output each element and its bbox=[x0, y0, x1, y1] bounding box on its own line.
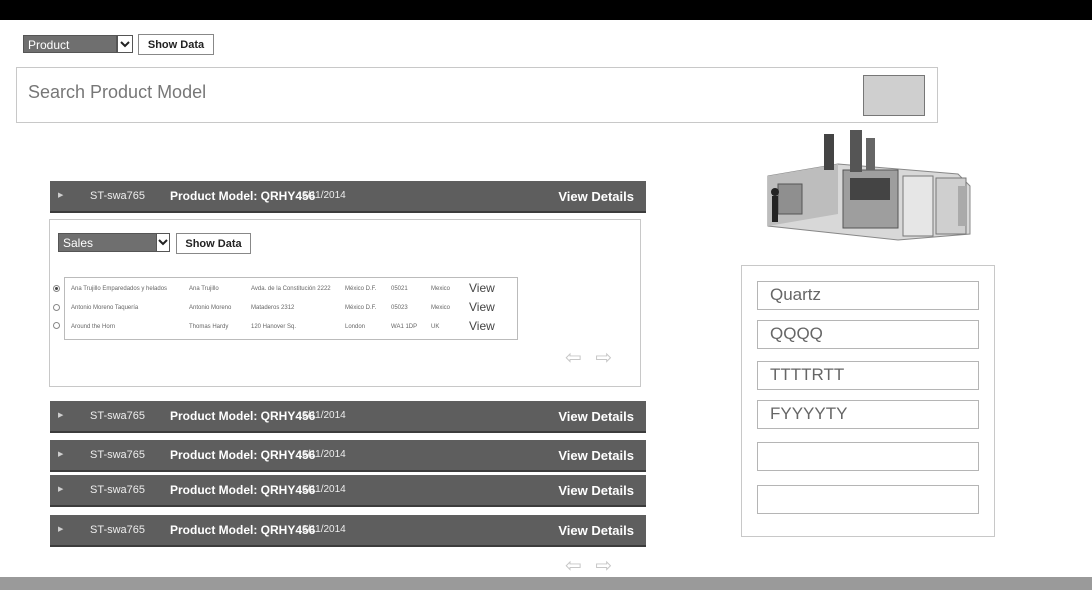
show-data-button[interactable]: Show Data bbox=[138, 34, 214, 55]
city-cell: México D.F. bbox=[345, 305, 377, 311]
chevron-down-icon[interactable] bbox=[117, 35, 133, 53]
product-model: Product Model: QRHY456 bbox=[170, 189, 316, 203]
postal-cell: 05021 bbox=[391, 286, 408, 292]
product-dropdown-value: Product bbox=[28, 38, 70, 52]
product-date: 6/11/2014 bbox=[302, 190, 346, 201]
table-row[interactable]: Ana Trujillo Emparedados y helados Ana T… bbox=[65, 280, 517, 300]
address-cell: Mataderos 2312 bbox=[251, 305, 295, 311]
side-text-field[interactable] bbox=[757, 485, 979, 514]
chevron-down-icon[interactable] bbox=[156, 233, 170, 252]
expand-arrow-icon[interactable]: ▶ bbox=[58, 191, 63, 199]
address-cell: Avda. de la Constitución 2222 bbox=[251, 286, 331, 292]
country-cell: Mexico bbox=[431, 286, 451, 292]
product-model: Product Model: QRHY456 bbox=[170, 483, 316, 497]
contact-cell: Antonio Moreno bbox=[189, 305, 232, 311]
view-details-link[interactable]: View Details bbox=[558, 483, 634, 498]
company-cell: Around the Horn bbox=[71, 324, 116, 330]
view-details-link[interactable]: View Details bbox=[558, 523, 634, 538]
row-radio[interactable] bbox=[53, 304, 60, 311]
product-code: ST-swa765 bbox=[90, 484, 146, 496]
view-details-link[interactable]: View Details bbox=[558, 448, 634, 463]
country-cell: UK bbox=[431, 324, 440, 330]
product-model: Product Model: QRHY456 bbox=[170, 448, 316, 462]
side-text-field[interactable]: FYYYYTY bbox=[757, 400, 979, 429]
top-bar bbox=[0, 0, 1092, 20]
city-cell: London bbox=[345, 324, 366, 330]
search-input[interactable]: Search Product Model bbox=[28, 82, 206, 103]
industrial-machine-image bbox=[758, 126, 978, 244]
product-row[interactable]: ▶ ST-swa765 Product Model: QRHY456 6/11/… bbox=[50, 181, 646, 213]
expand-arrow-icon[interactable]: ▶ bbox=[58, 525, 63, 533]
company-cell: Antonio Moreno Taquería bbox=[71, 305, 139, 311]
side-text-field[interactable]: QQQQ bbox=[757, 320, 979, 349]
product-row[interactable]: ▶ ST-swa765 Product Model: QRHY456 6/11/… bbox=[50, 515, 646, 547]
product-model: Product Model: QRHY456 bbox=[170, 409, 316, 423]
view-link[interactable]: View bbox=[469, 319, 495, 333]
sales-dropdown[interactable]: Sales bbox=[58, 233, 158, 252]
expand-arrow-icon[interactable]: ▶ bbox=[58, 485, 63, 493]
product-date: 6/11/2014 bbox=[302, 410, 346, 421]
side-text-field[interactable]: Quartz bbox=[757, 281, 979, 310]
expand-arrow-icon[interactable]: ▶ bbox=[58, 411, 63, 419]
expand-arrow-icon[interactable]: ▶ bbox=[58, 450, 63, 458]
sales-dropdown-value: Sales bbox=[63, 236, 94, 250]
postal-cell: WA1 1DP bbox=[391, 324, 418, 330]
search-button[interactable] bbox=[863, 75, 925, 116]
product-dropdown[interactable]: Product bbox=[23, 35, 117, 53]
contact-cell: Ana Trujillo bbox=[189, 286, 219, 292]
pager-arrows[interactable]: ⇦ ⇨ bbox=[565, 345, 616, 370]
table-row[interactable]: Antonio Moreno Taquería Antonio Moreno M… bbox=[65, 299, 517, 319]
city-cell: México D.F. bbox=[345, 286, 377, 292]
product-row[interactable]: ▶ ST-swa765 Product Model: QRHY456 6/11/… bbox=[50, 401, 646, 433]
side-text-field[interactable]: TTTTRTT bbox=[757, 361, 979, 390]
company-cell: Ana Trujillo Emparedados y helados bbox=[71, 286, 168, 292]
product-date: 6/11/2014 bbox=[302, 484, 346, 495]
address-cell: 120 Hanover Sq. bbox=[251, 324, 297, 330]
row-radio[interactable] bbox=[53, 322, 60, 329]
product-model: Product Model: QRHY456 bbox=[170, 523, 316, 537]
table-row[interactable]: Around the Horn Thomas Hardy 120 Hanover… bbox=[65, 318, 517, 338]
row-radio[interactable] bbox=[53, 285, 60, 292]
product-row[interactable]: ▶ ST-swa765 Product Model: QRHY456 6/11/… bbox=[50, 440, 646, 472]
product-date: 6/11/2014 bbox=[302, 524, 346, 535]
show-data-button[interactable]: Show Data bbox=[176, 233, 251, 254]
country-cell: Mexico bbox=[431, 305, 451, 311]
postal-cell: 05023 bbox=[391, 305, 408, 311]
product-code: ST-swa765 bbox=[90, 449, 146, 461]
pager-arrows[interactable]: ⇦ ⇨ bbox=[565, 553, 616, 578]
view-details-link[interactable]: View Details bbox=[558, 189, 634, 204]
product-code: ST-swa765 bbox=[90, 410, 146, 422]
product-date: 6/11/2014 bbox=[302, 449, 346, 460]
product-row[interactable]: ▶ ST-swa765 Product Model: QRHY456 6/11/… bbox=[50, 475, 646, 507]
product-code: ST-swa765 bbox=[90, 190, 146, 202]
contact-cell: Thomas Hardy bbox=[189, 324, 229, 330]
customer-table: Ana Trujillo Emparedados y helados Ana T… bbox=[64, 277, 518, 340]
side-text-field[interactable] bbox=[757, 442, 979, 471]
view-link[interactable]: View bbox=[469, 300, 495, 314]
view-details-link[interactable]: View Details bbox=[558, 409, 634, 424]
view-link[interactable]: View bbox=[469, 281, 495, 295]
product-code: ST-swa765 bbox=[90, 524, 146, 536]
bottom-bar bbox=[0, 577, 1092, 590]
